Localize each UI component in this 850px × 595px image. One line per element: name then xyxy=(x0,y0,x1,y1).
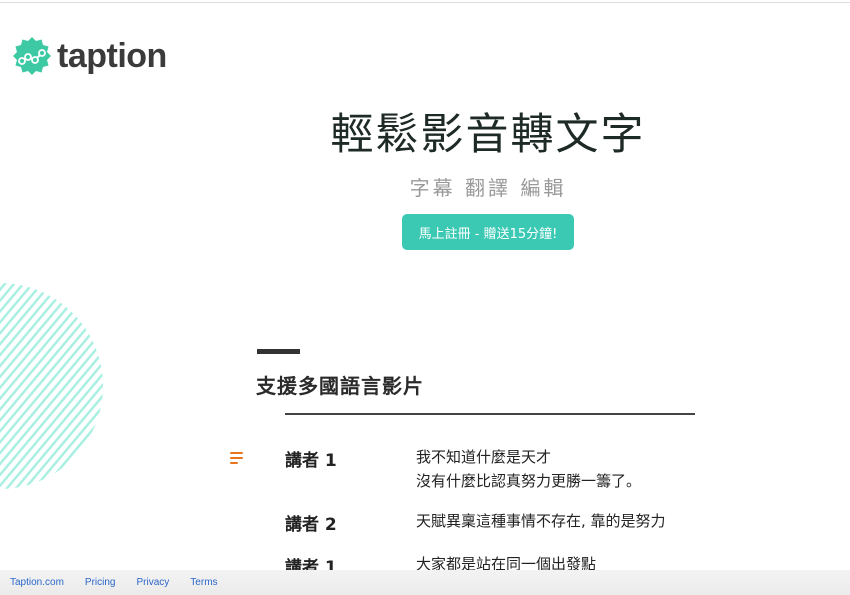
footer-link-privacy[interactable]: Privacy xyxy=(137,577,170,588)
section-title: 支援多國語言影片 xyxy=(256,374,424,398)
footer-link-pricing[interactable]: Pricing xyxy=(85,577,116,588)
menu-lines-icon[interactable] xyxy=(230,452,244,464)
landing-page: taption 輕鬆影音轉文字 字幕 翻譯 編輯 馬上註冊 - 贈送15分鐘! … xyxy=(0,0,850,595)
decorative-stripes xyxy=(0,283,103,489)
hero-subtitle: 字幕 翻譯 編輯 xyxy=(409,176,567,200)
top-divider xyxy=(0,2,850,3)
taption-logo[interactable]: taption xyxy=(12,36,167,76)
section-divider xyxy=(285,413,695,415)
footer-link-home[interactable]: Taption.com xyxy=(10,577,64,588)
transcript-line: 沒有什麼比認真努力更勝一籌了。 xyxy=(416,472,642,490)
footer-link-terms[interactable]: Terms xyxy=(190,577,217,588)
speaker-label: 講者 1 xyxy=(285,451,337,471)
transcript-line: 我不知道什麼是天才 xyxy=(416,448,552,466)
section-accent-bar xyxy=(257,349,300,354)
signup-cta-button[interactable]: 馬上註冊 - 贈送15分鐘! xyxy=(402,214,574,250)
brand-name: taption xyxy=(57,37,167,75)
hero-title: 輕鬆影音轉文字 xyxy=(330,110,646,160)
transcript-line: 天賦異稟這種事情不存在, 靠的是努力 xyxy=(416,512,666,530)
speaker-label: 講者 2 xyxy=(285,515,337,535)
logo-badge-icon xyxy=(13,37,51,75)
footer-bar: Taption.com Pricing Privacy Terms xyxy=(0,570,850,595)
